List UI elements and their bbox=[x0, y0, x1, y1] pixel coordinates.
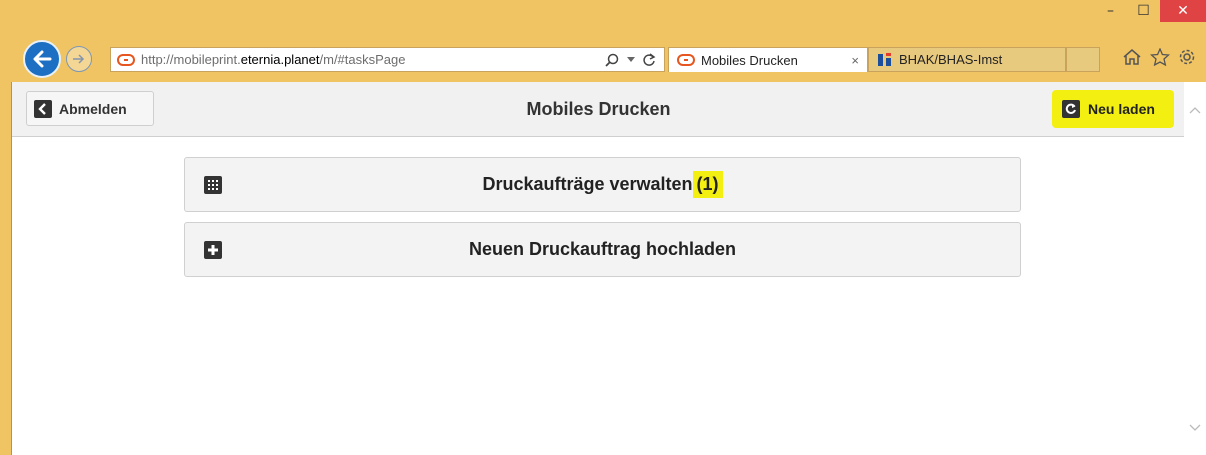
logout-label: Abmelden bbox=[59, 100, 127, 117]
url-path: /m/#tasksPage bbox=[319, 52, 406, 67]
refresh-icon[interactable] bbox=[643, 52, 656, 67]
back-arrow-icon bbox=[33, 50, 52, 68]
reload-button[interactable]: Neu laden bbox=[1052, 90, 1174, 128]
web-page: Abmelden Mobiles Drucken Neu laden Druck… bbox=[11, 82, 1206, 455]
star-icon[interactable] bbox=[1150, 48, 1170, 66]
forward-arrow-icon bbox=[73, 54, 85, 64]
tab-bhak-bhas-imst[interactable]: BHAK/BHAS-Imst bbox=[868, 47, 1066, 72]
tab-close-button[interactable]: × bbox=[851, 53, 859, 68]
site-icon bbox=[677, 54, 695, 66]
search-icon[interactable] bbox=[605, 53, 619, 67]
close-window-button[interactable]: ✕ bbox=[1160, 0, 1206, 22]
url-text[interactable]: http://mobileprint.eternia.planet/m/#tas… bbox=[141, 52, 406, 67]
chevron-down-icon[interactable] bbox=[1184, 417, 1206, 439]
chevron-up-icon[interactable] bbox=[1184, 99, 1206, 121]
reload-icon bbox=[1062, 100, 1080, 118]
minimize-button[interactable]: – bbox=[1094, 0, 1127, 22]
browser-toolbar: http://mobileprint.eternia.planet/m/#tas… bbox=[0, 38, 1206, 82]
address-tools bbox=[605, 52, 664, 67]
reload-label: Neu laden bbox=[1088, 101, 1155, 117]
upload-label: Neuen Druckauftrag hochladen bbox=[468, 239, 737, 259]
school-logo-icon bbox=[878, 52, 891, 66]
dropdown-arrow-icon[interactable] bbox=[627, 56, 635, 63]
page-header: Abmelden Mobiles Drucken Neu laden bbox=[12, 82, 1185, 137]
address-bar[interactable]: http://mobileprint.eternia.planet/m/#tas… bbox=[110, 47, 665, 72]
back-button[interactable] bbox=[23, 40, 61, 78]
new-tab-button[interactable] bbox=[1066, 47, 1100, 72]
manage-print-jobs-button[interactable]: Druckaufträge verwalten (1) bbox=[184, 157, 1021, 212]
manage-label: Druckaufträge verwalten bbox=[482, 174, 693, 194]
chevron-left-icon bbox=[34, 99, 52, 118]
site-icon bbox=[117, 53, 135, 66]
vertical-scrollbar[interactable] bbox=[1184, 82, 1206, 455]
page-title: Mobiles Drucken bbox=[526, 99, 671, 119]
forward-button[interactable] bbox=[66, 46, 92, 72]
job-count-badge: (1) bbox=[692, 171, 723, 198]
plus-icon bbox=[204, 241, 222, 259]
browser-icons bbox=[1122, 48, 1196, 66]
url-domain: eternia.planet bbox=[240, 52, 320, 67]
upload-print-job-button[interactable]: Neuen Druckauftrag hochladen bbox=[184, 222, 1021, 277]
window-controls: – ☐ ✕ bbox=[1094, 0, 1206, 30]
url-prefix: http://mobileprint. bbox=[141, 52, 241, 67]
tab-label: BHAK/BHAS-Imst bbox=[899, 52, 1003, 67]
home-icon[interactable] bbox=[1122, 48, 1142, 66]
logout-button[interactable]: Abmelden bbox=[26, 91, 154, 126]
tab-mobiles-drucken[interactable]: Mobiles Drucken × bbox=[668, 47, 868, 72]
tab-label: Mobiles Drucken bbox=[701, 52, 798, 68]
maximize-button[interactable]: ☐ bbox=[1127, 0, 1160, 22]
grid-icon bbox=[204, 176, 222, 194]
gear-icon[interactable] bbox=[1178, 48, 1196, 66]
